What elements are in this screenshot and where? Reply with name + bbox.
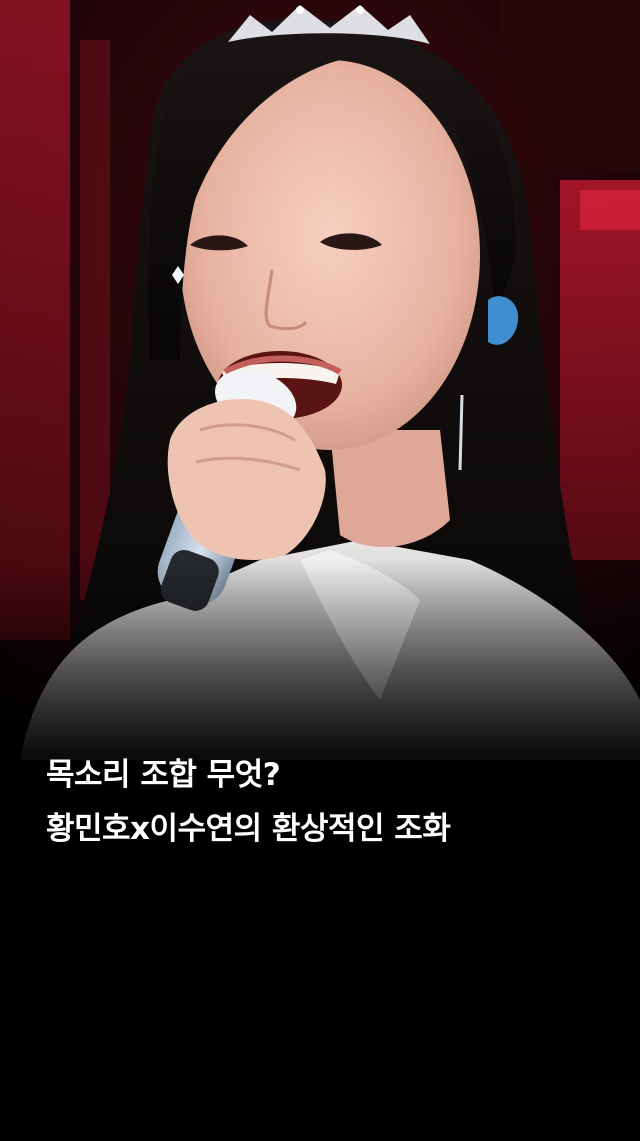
video-frame: 목소리 조합 무엇? 황민호x이수연의 환상적인 조화	[0, 0, 640, 1141]
caption-line-1: 목소리 조합 무엇?	[46, 757, 281, 793]
video-caption: 목소리 조합 무엇? 황민호x이수연의 환상적인 조화	[46, 748, 606, 856]
caption-line-2: 황민호x이수연의 환상적인 조화	[46, 811, 451, 847]
